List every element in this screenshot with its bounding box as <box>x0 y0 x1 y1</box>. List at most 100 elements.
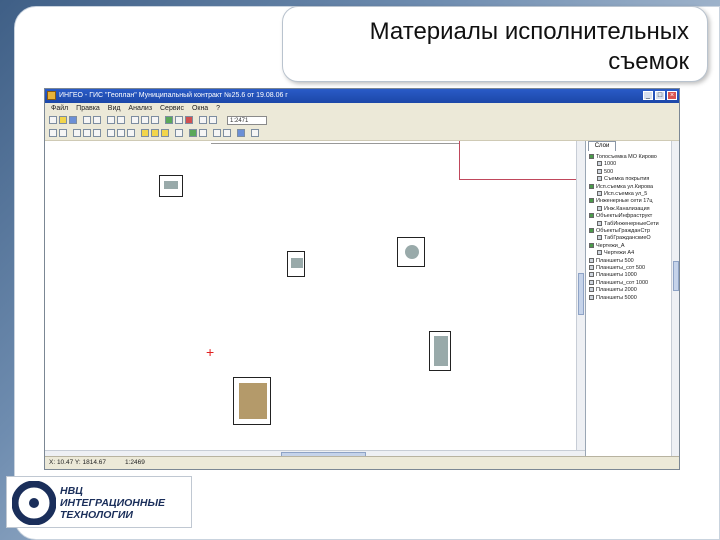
layer-tree-item[interactable]: 500 <box>597 169 613 176</box>
filter-icon[interactable] <box>199 129 207 137</box>
tab-layers[interactable]: Слои <box>588 141 616 151</box>
window-icon[interactable] <box>237 129 245 137</box>
help-cursor-icon[interactable] <box>251 129 259 137</box>
zoom-out-icon[interactable] <box>117 116 125 124</box>
app-titlebar[interactable]: ИНГЕО - ГИС "Геоплан" Муниципальный конт… <box>45 89 679 103</box>
layer-tree-item[interactable]: Планшеты 1000 <box>589 272 637 279</box>
survey-sheet-thumbnail[interactable] <box>397 237 425 267</box>
search-icon[interactable] <box>93 116 101 124</box>
menu-help[interactable]: ? <box>216 105 220 112</box>
layer-tree-item[interactable]: Чертежи А4 <box>597 250 634 257</box>
layer-tree-item[interactable]: Планшеты 500 <box>589 258 634 265</box>
layer-icon <box>597 205 602 211</box>
highlight-icon[interactable] <box>141 129 149 137</box>
grid-icon[interactable] <box>175 116 183 124</box>
panel-vertical-scrollbar[interactable] <box>671 141 679 459</box>
scrollbar-thumb[interactable] <box>673 261 679 291</box>
layer-tree-item[interactable]: Чертежи_А <box>589 243 625 250</box>
pan-icon[interactable] <box>131 116 139 124</box>
text-icon[interactable] <box>161 129 169 137</box>
menu-windows[interactable]: Окна <box>192 105 208 112</box>
menu-file[interactable]: Файл <box>51 105 68 112</box>
toolbar-tools <box>45 127 679 141</box>
paste-icon[interactable] <box>127 129 135 137</box>
layer-tree-item[interactable]: Исп.съемка ул.Кирова <box>589 184 653 191</box>
zoom-in-icon[interactable] <box>107 116 115 124</box>
layer-label: ОбъектыИнфраструкт <box>596 213 653 220</box>
layer-label: Планшеты_сот 500 <box>596 265 646 271</box>
menu-view[interactable]: Вид <box>108 105 121 112</box>
survey-sheet-thumbnail[interactable] <box>233 377 271 425</box>
layer-add-icon[interactable] <box>165 116 173 124</box>
layer-tree-item[interactable]: ОбъектыИнфраструкт <box>589 213 652 220</box>
new-file-icon[interactable] <box>49 116 57 124</box>
minimize-button[interactable]: _ <box>643 91 653 100</box>
layer-icon <box>589 287 594 293</box>
rotate-icon[interactable] <box>141 116 149 124</box>
layer-tree-item[interactable]: Инженерные сети 17ц <box>589 198 652 205</box>
layer-tree-item[interactable]: Инж.Канализация <box>597 206 650 213</box>
maximize-button[interactable]: □ <box>655 91 665 100</box>
layer-label: 500 <box>604 168 614 175</box>
measure-icon[interactable] <box>199 116 207 124</box>
logo-emblem-icon <box>12 481 56 525</box>
zoom-select[interactable]: 1:2471 <box>227 116 267 125</box>
point-tool-icon[interactable] <box>93 129 101 137</box>
menu-edit[interactable]: Правка <box>76 105 100 112</box>
export-icon[interactable] <box>223 129 231 137</box>
status-bar: X: 10.47 Y: 1814.67 1:2469 <box>45 456 679 469</box>
layer-label: ТабГражданскиеО <box>604 235 651 242</box>
label-icon[interactable] <box>151 129 159 137</box>
print-icon[interactable] <box>83 116 91 124</box>
layer-label: Инж.Канализация <box>604 205 650 212</box>
delete-icon[interactable] <box>185 116 193 124</box>
logo-wordmark: НВЦ ИНТЕГРАЦИОННЫЕ ТЕХНОЛОГИИ <box>60 485 165 521</box>
select-arrow-icon[interactable] <box>49 129 57 137</box>
settings-icon[interactable] <box>209 116 217 124</box>
app-window: ИНГЕО - ГИС "Геоплан" Муниципальный конт… <box>44 88 680 470</box>
status-scale: 1:2469 <box>125 459 145 466</box>
layer-icon <box>597 191 602 197</box>
layer-label: Съемка покрытия <box>604 176 650 183</box>
layer-tree-item[interactable]: Планшеты 5000 <box>589 295 637 302</box>
layer-icon <box>597 250 602 256</box>
layer-icon <box>589 279 594 285</box>
survey-sheet-thumbnail[interactable] <box>429 331 451 371</box>
report-icon[interactable] <box>213 129 221 137</box>
layer-label: Планшеты 2000 <box>596 287 637 294</box>
map-canvas[interactable]: + <box>45 141 585 459</box>
layer-tree-item[interactable]: Планшеты_сот 500 <box>589 265 645 272</box>
survey-sheet-thumbnail[interactable] <box>159 175 183 197</box>
close-button[interactable]: × <box>667 91 677 100</box>
menu-analysis[interactable]: Анализ <box>128 105 152 112</box>
layer-tree-item[interactable]: ТабИнженерныеСети <box>597 221 659 228</box>
layer-icon <box>597 161 602 167</box>
layer-tree-item[interactable]: ОбъектыГражданСтр <box>589 228 650 235</box>
menu-service[interactable]: Сервис <box>160 105 184 112</box>
save-icon[interactable] <box>69 116 77 124</box>
attributes-icon[interactable] <box>189 129 197 137</box>
layer-tree-item[interactable]: Планшеты_сот 1000 <box>589 280 648 287</box>
layer-label: Чертежи А4 <box>604 250 635 257</box>
toolbar-main: 1:2471 <box>45 114 679 128</box>
edit-node-icon[interactable] <box>59 129 67 137</box>
layer-tree-item[interactable]: Планшеты 2000 <box>589 287 637 294</box>
layer-icon <box>589 294 594 300</box>
app-window-title: ИНГЕО - ГИС "Геоплан" Муниципальный конт… <box>59 92 288 99</box>
refresh-icon[interactable] <box>151 116 159 124</box>
cut-icon[interactable] <box>107 129 115 137</box>
layer-tree-item[interactable]: ТабГражданскиеО <box>597 235 651 242</box>
layer-tree-item[interactable]: 1000 <box>597 161 616 168</box>
survey-sheet-thumbnail[interactable] <box>287 251 305 277</box>
canvas-vertical-scrollbar[interactable] <box>576 141 585 459</box>
layer-tree-item[interactable]: Исп.съемка ул_5 <box>597 191 647 198</box>
polygon-tool-icon[interactable] <box>83 129 91 137</box>
table-icon[interactable] <box>175 129 183 137</box>
copy-icon[interactable] <box>117 129 125 137</box>
layer-tree-item[interactable]: Топосъемка МО Кирово <box>589 154 657 161</box>
open-folder-icon[interactable] <box>59 116 67 124</box>
layer-group-icon <box>589 228 594 234</box>
layer-tree-item[interactable]: Съемка покрытия <box>597 176 649 183</box>
scrollbar-thumb[interactable] <box>578 273 584 315</box>
line-tool-icon[interactable] <box>73 129 81 137</box>
